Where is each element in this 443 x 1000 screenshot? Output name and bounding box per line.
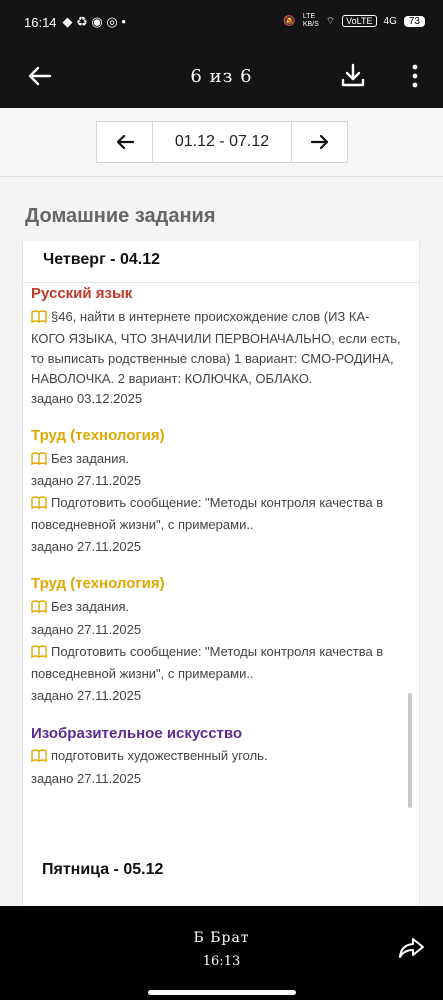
app-toolbar: 6 из 6 xyxy=(0,44,443,108)
divider xyxy=(23,282,419,283)
assigned-date: задано 27.11.2025 xyxy=(31,688,142,703)
arrow-left-icon xyxy=(116,134,134,150)
homework-item: §46, найти в интернете происхождение сло… xyxy=(31,307,401,389)
homework-item: Подготовить сообщение: "Методы контроля … xyxy=(31,642,401,684)
subject-title: Труд (технология) xyxy=(31,575,165,592)
page-counter: 6 из 6 xyxy=(190,66,253,87)
notification-icons: ◆ ♻ ◉ ◎ • xyxy=(62,14,126,29)
subject-title: Изобразительное искусство xyxy=(31,725,243,742)
subject-title: Труд (технология) xyxy=(31,427,165,444)
homework-text: Подготовить сообщение: "Методы контроля … xyxy=(31,495,384,532)
next-week-button[interactable] xyxy=(292,122,347,162)
sent-time: 16:13 xyxy=(202,954,241,969)
battery-indicator: 73 xyxy=(403,15,425,27)
day-header: Четверг - 04.12 xyxy=(43,251,160,268)
book-icon xyxy=(31,599,47,619)
assigned-date: задано 27.11.2025 xyxy=(31,539,142,554)
share-icon xyxy=(399,938,424,958)
assigned-date: задано 27.11.2025 xyxy=(31,622,142,637)
day-header: Пятница - 05.12 xyxy=(42,861,164,878)
network-speed: LTE KB/S xyxy=(302,13,319,28)
home-indicator[interactable] xyxy=(148,990,296,995)
more-vert-icon xyxy=(412,64,418,88)
homework-item: Без задания. xyxy=(31,449,401,471)
volte-badge: VoLTE xyxy=(342,15,377,27)
homework-text: Без задания. xyxy=(51,451,130,466)
status-bar: 16:14 ◆ ♻ ◉ ◎ • 🔕 LTE KB/S ⌔ VoLTE 4G 73 xyxy=(0,0,443,44)
mute-icon: 🔕 xyxy=(283,15,296,27)
week-nav: 01.12 - 07.12 xyxy=(96,121,348,163)
homework-item: Без задания. xyxy=(31,597,401,619)
screenshot-content: 01.12 - 07.12 Домашние задания Четверг -… xyxy=(0,108,443,906)
prev-week-button[interactable] xyxy=(97,122,152,162)
assigned-date: задано 03.12.2025 xyxy=(31,391,143,406)
scrollbar[interactable] xyxy=(408,693,412,808)
assigned-date: задано 27.11.2025 xyxy=(31,771,142,786)
book-icon xyxy=(31,309,47,329)
download-icon xyxy=(341,63,365,87)
book-icon xyxy=(31,748,47,768)
homework-text: Подготовить сообщение: "Методы контроля … xyxy=(31,644,384,681)
homework-text: §46, найти в интернете происхождение сло… xyxy=(31,309,401,386)
homework-day-card: Четверг - 04.12 Русский язык §46, найти … xyxy=(22,241,420,905)
signal-indicator: 4G xyxy=(383,15,397,27)
section-title: Домашние задания xyxy=(25,205,216,227)
book-icon xyxy=(31,451,47,471)
more-options-button[interactable] xyxy=(411,64,419,93)
viewer-footer: Б Брат 16:13 xyxy=(0,906,443,1000)
week-selector: 01.12 - 07.12 xyxy=(0,108,443,177)
subject-title: Русский язык xyxy=(31,285,133,302)
sender-name: Б Брат xyxy=(193,930,250,946)
week-range: 01.12 - 07.12 xyxy=(152,122,292,162)
assigned-date: задано 27.11.2025 xyxy=(31,473,142,488)
share-button[interactable] xyxy=(397,936,425,965)
book-icon xyxy=(31,644,47,664)
arrow-right-icon xyxy=(310,134,328,150)
homework-item: Подготовить сообщение: "Методы контроля … xyxy=(31,493,401,535)
status-time: 16:14 xyxy=(24,14,57,30)
wifi-icon: ⌔ xyxy=(325,15,336,27)
homework-text: Без задания. xyxy=(51,599,130,614)
download-button[interactable] xyxy=(339,62,367,95)
homework-text: подготовить художественный уголь. xyxy=(51,748,268,763)
book-icon xyxy=(31,495,47,515)
homework-item: подготовить художественный уголь. xyxy=(31,746,401,768)
